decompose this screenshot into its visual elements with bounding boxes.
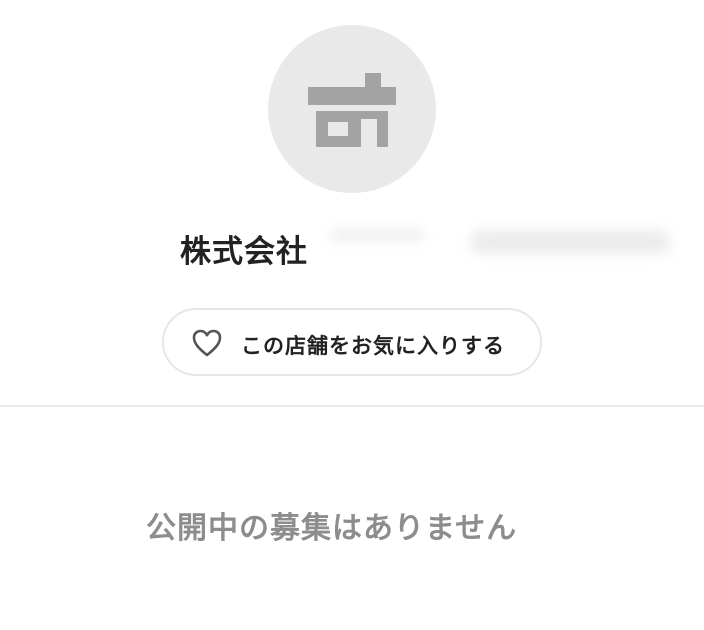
- redacted-name-part: [470, 230, 670, 254]
- shop-name-row: 株式会社: [180, 222, 680, 270]
- shop-building-icon: [308, 73, 396, 147]
- favorite-shop-label: この店舗をお気に入りする: [241, 334, 505, 358]
- no-jobs-message: 公開中の募集はありません: [146, 511, 518, 546]
- section-divider: [0, 405, 704, 407]
- redacted-name-part: [330, 230, 425, 240]
- heart-outline-icon: [192, 329, 222, 357]
- favorite-shop-button[interactable]: この店舗をお気に入りする: [162, 308, 542, 376]
- shop-avatar: [268, 25, 436, 193]
- shop-page: 株式会社 この店舗をお気に入りする 公開中の募集はありません: [0, 0, 704, 630]
- shop-name: 株式会社: [180, 234, 308, 270]
